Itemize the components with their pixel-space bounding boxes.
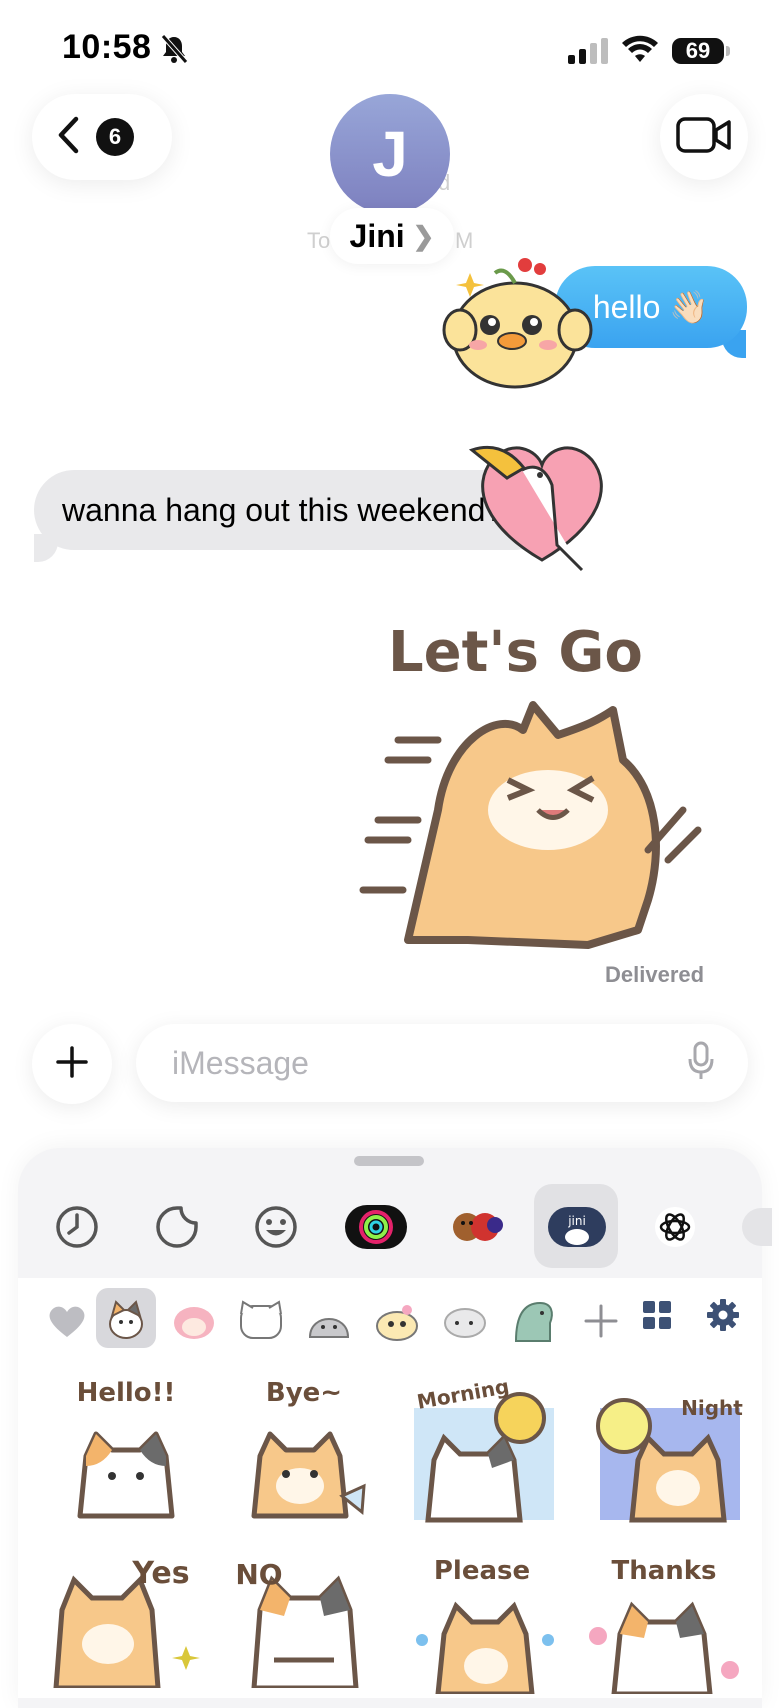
recents-icon[interactable] (46, 1196, 108, 1258)
battery-tip (726, 46, 730, 56)
sticker-category-calico-cat[interactable] (96, 1288, 156, 1348)
sticker-no-label: NO (235, 1558, 283, 1591)
plus-icon (56, 1045, 88, 1083)
chevron-right-icon: ❯ (412, 220, 435, 251)
sticker-morning[interactable]: Morning (408, 1374, 568, 1528)
emoji-icon[interactable] (245, 1196, 307, 1258)
incoming-message-text: wanna hang out this weekend? (62, 491, 504, 528)
battery-indicator: 69 (672, 38, 724, 64)
chatgpt-icon[interactable] (644, 1196, 706, 1258)
ghost-text-left: To (307, 228, 331, 253)
back-button[interactable]: 6 (32, 94, 172, 180)
video-camera-icon (676, 116, 732, 159)
cellular-signal-icon (568, 38, 610, 69)
add-sticker-pack-icon[interactable] (570, 1290, 632, 1352)
microphone-icon[interactable] (688, 1041, 714, 1086)
contact-name: Jini (349, 217, 405, 254)
message-input-field[interactable] (136, 1024, 748, 1102)
facetime-video-button[interactable] (660, 94, 748, 180)
stickers-icon[interactable] (146, 1196, 208, 1258)
sticker-bye-label: Bye~ (265, 1378, 343, 1408)
sticker-no[interactable]: NO (224, 1550, 384, 1700)
bell-muted-icon (160, 34, 188, 69)
chick-sticker[interactable] (420, 255, 620, 410)
more-apps-peek[interactable] (742, 1208, 772, 1246)
memoji-icon[interactable] (446, 1196, 508, 1258)
drawer-grabber[interactable] (354, 1156, 424, 1166)
sticker-category-pink-girl[interactable] (163, 1290, 225, 1352)
sticker-thanks-label: Thanks (611, 1556, 717, 1586)
sticker-caption: Let's Go (388, 620, 643, 685)
activity-icon[interactable] (344, 1196, 408, 1258)
status-time: 10:58 (62, 28, 152, 66)
sticker-yes[interactable]: Yes (46, 1550, 206, 1700)
svg-text:jini: jini (567, 1214, 586, 1228)
sticker-category-chick[interactable] (366, 1290, 428, 1352)
contact-avatar[interactable]: J (330, 94, 450, 214)
favorites-heart-icon[interactable] (36, 1290, 98, 1352)
sticker-yes-label: Yes (132, 1556, 190, 1591)
ghost-text-right: M (455, 228, 474, 253)
settings-gear-icon[interactable] (692, 1284, 754, 1346)
wifi-icon (622, 34, 658, 69)
sticker-category-hedgehog[interactable] (434, 1290, 496, 1352)
add-attachment-button[interactable] (32, 1024, 112, 1104)
chevron-left-icon (56, 115, 80, 160)
message-input[interactable] (170, 1043, 634, 1083)
unread-count-badge: 6 (96, 118, 134, 156)
sticker-night[interactable]: Night (592, 1378, 752, 1528)
sticker-thanks[interactable]: Thanks (584, 1550, 744, 1700)
sticker-night-label: Night (681, 1396, 743, 1420)
goose-heart-sticker[interactable] (462, 430, 622, 580)
delivered-status: Delivered (605, 962, 705, 987)
sticker-hello[interactable]: Hello!! (46, 1378, 206, 1528)
sticker-bye[interactable]: Bye~ (224, 1378, 384, 1528)
jini-sticker-app-icon[interactable]: jini (546, 1196, 608, 1258)
grid-view-icon[interactable] (626, 1284, 688, 1346)
sticker-please[interactable]: Please (402, 1550, 562, 1700)
sticker-hello-label: Hello!! (76, 1378, 176, 1408)
sticker-category-gray-blob[interactable] (298, 1290, 360, 1352)
sticker-please-label: Please (433, 1556, 531, 1586)
sticker-category-white-cat[interactable] (230, 1290, 292, 1352)
sticker-category-dino[interactable] (502, 1290, 564, 1352)
